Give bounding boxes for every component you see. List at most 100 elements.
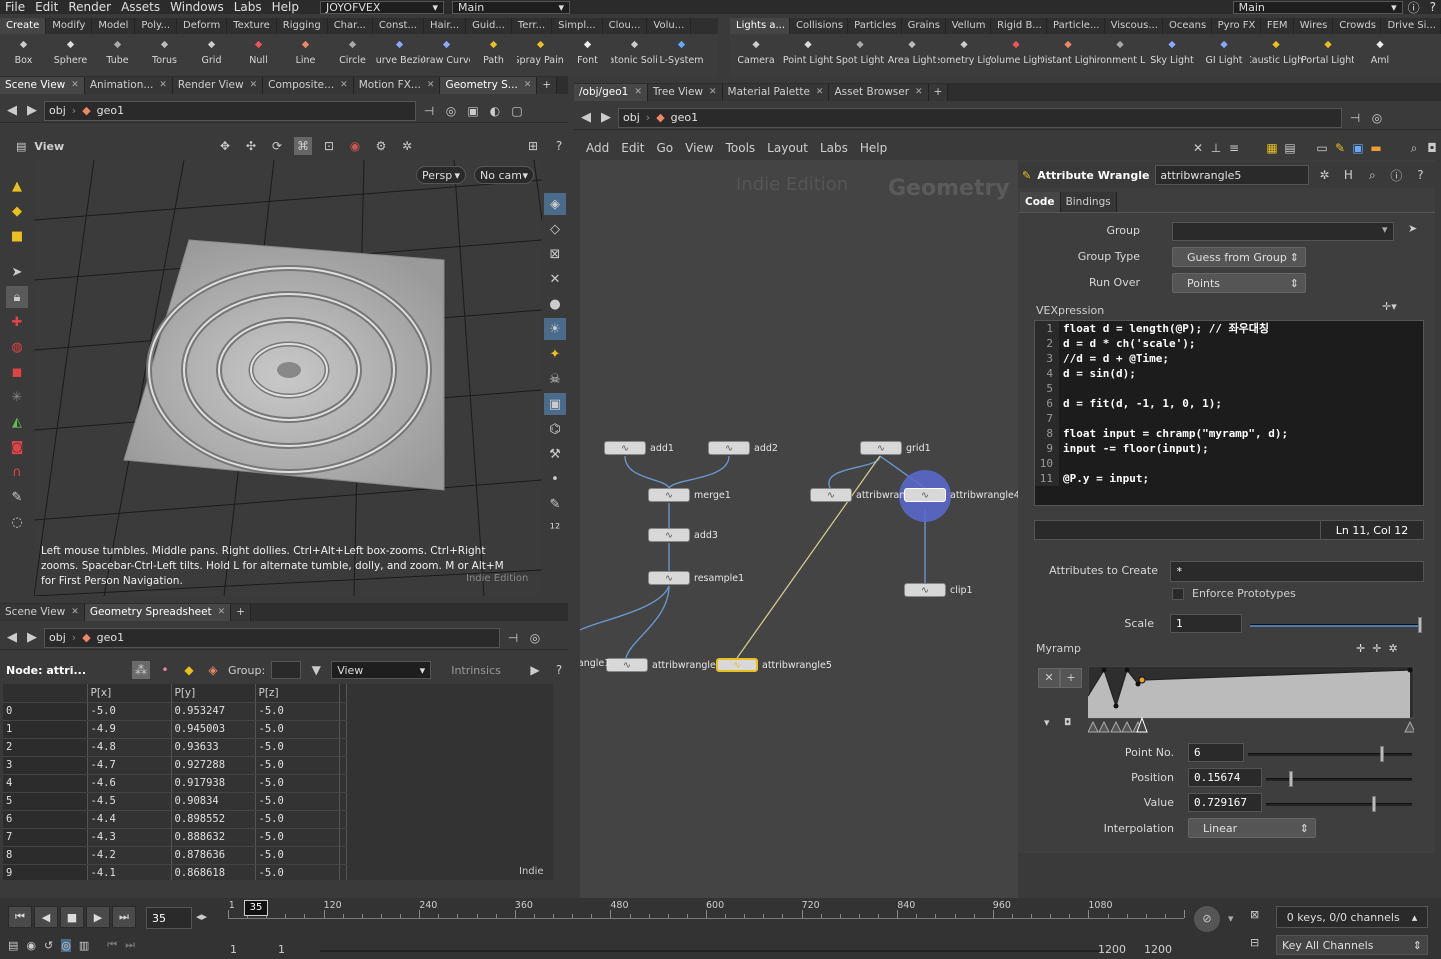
shelf-tool[interactable]: ◆ L-System [658, 34, 705, 72]
stop-button[interactable]: ■ [60, 906, 84, 928]
dot-icon[interactable]: • [544, 468, 566, 490]
display-icon[interactable]: ▣ [464, 102, 482, 120]
gear-icon[interactable]: ✲ [398, 137, 416, 155]
viewport-scene[interactable] [34, 160, 542, 596]
shelf-tool[interactable]: ◆ Font [564, 34, 611, 72]
search-icon[interactable]: ⌕ [1405, 139, 1423, 157]
node-tile[interactable]: ∿ [904, 583, 946, 597]
shelf-tool[interactable]: ◆ Area Light [886, 34, 938, 72]
headlight-icon[interactable]: ✦ [544, 343, 566, 365]
move-icon[interactable]: ✚ [6, 311, 28, 333]
position-slider[interactable] [1266, 771, 1412, 787]
desktop-selector[interactable]: Main ▾ [452, 0, 570, 14]
right-tab[interactable]: Rigid B... [991, 18, 1047, 34]
node-tile[interactable]: ∿ [604, 441, 646, 455]
left-tab[interactable]: Simpl... [552, 18, 603, 34]
play-icon[interactable]: ▶ [526, 661, 544, 679]
layout-icon[interactable]: ▢ [508, 102, 526, 120]
table-row[interactable]: 5 -4.5 0.90834 -5.0 [3, 792, 347, 811]
grid-options-icon[interactable]: ⊞ [524, 137, 542, 155]
search-icon[interactable]: ⌕ [1363, 166, 1381, 184]
add-tab-icon[interactable]: + [928, 84, 949, 101]
primitives-mode-icon[interactable]: ◆ [180, 661, 198, 679]
node-tile[interactable]: ∿ [904, 488, 946, 502]
start-frame[interactable]: 1 [230, 943, 237, 956]
geo-path[interactable]: geo1 [97, 631, 124, 644]
close-icon[interactable]: ✕ [218, 604, 226, 621]
paint-icon[interactable]: ✎ [6, 486, 28, 508]
table-row[interactable]: 2 -4.8 0.93633 -5.0 [3, 738, 347, 757]
ghost-icon[interactable]: ◈ [544, 193, 566, 215]
shelf-tool[interactable]: ◆ Tube [94, 34, 141, 72]
geo-path[interactable]: geo1 [97, 104, 124, 117]
close-icon[interactable]: ✕ [427, 77, 435, 94]
pin-icon[interactable]: ⊣ [420, 102, 438, 120]
forward-arrow-icon[interactable]: ▶ [598, 110, 614, 125]
network-node-aw4[interactable]: ∿ attribwrangle4 [904, 488, 1018, 502]
shelf-tool[interactable]: ◆ GI Light [1198, 34, 1250, 72]
right-tab[interactable]: Viscous... [1105, 18, 1163, 34]
shelf-tool[interactable]: ◆ Volume Light [990, 34, 1042, 72]
network-node-add1[interactable]: ∿ add1 [604, 441, 674, 455]
pan-icon[interactable]: ✣ [242, 137, 260, 155]
persp-menu[interactable]: Persp ▾ [416, 166, 466, 184]
table-row[interactable]: 6 -4.4 0.898552 -5.0 [3, 810, 347, 829]
camera-snap-icon[interactable]: ◘ [1423, 139, 1441, 157]
code-line[interactable]: 2 d = d * ch('scale'); [1035, 336, 1423, 351]
pin-icon[interactable]: ⊣ [504, 629, 522, 647]
sound-icon[interactable]: ◉ [26, 939, 36, 952]
ramp-expand-icon[interactable]: ◘ [1064, 718, 1071, 728]
tile-view-icon[interactable]: ▤ [1281, 139, 1299, 157]
link-icon[interactable]: ◎ [526, 629, 544, 647]
help-icon[interactable]: ? [550, 661, 568, 679]
table-row[interactable]: 8 -4.2 0.878636 -5.0 [3, 846, 347, 865]
interpolation-menu[interactable]: Linear ⇕ [1188, 818, 1316, 838]
end-frame[interactable]: 1200 [1098, 943, 1126, 956]
network-node-clip1[interactable]: ∿ clip1 [904, 583, 973, 597]
node-tile[interactable]: ∿ [860, 441, 902, 455]
rotate-tool-icon[interactable]: ◍ [6, 336, 28, 358]
lock-icon[interactable]: 🔒︎ [6, 286, 28, 308]
obj-path[interactable]: obj [49, 104, 66, 117]
info-icon[interactable]: ⓘ [1387, 166, 1405, 184]
realtime-toggle-icon[interactable]: ◎ [61, 938, 71, 952]
node-tile[interactable]: ∿ [606, 658, 648, 672]
menu-labs[interactable]: Labs [229, 0, 267, 14]
scene-path-field[interactable]: obj › ◆ geo1 [44, 100, 416, 121]
key-all-channels-button[interactable]: Key All Channels ⇕ [1276, 935, 1428, 955]
left-tab[interactable]: Volu... [647, 18, 692, 34]
tumble-icon[interactable]: ✥ [216, 137, 234, 155]
network-node-add2[interactable]: ∿ add2 [708, 441, 778, 455]
network-menu-item[interactable]: Help [854, 141, 893, 155]
left-tab[interactable]: Model [92, 18, 136, 34]
shelf-tool[interactable]: ◆ Null [235, 34, 282, 72]
menu-edit[interactable]: Edit [30, 0, 63, 14]
code-line[interactable]: 5 [1035, 381, 1423, 396]
ramp-gear-icon[interactable]: ✲ [1388, 642, 1397, 655]
shelf-tool[interactable]: ◆ Sky Light [1146, 34, 1198, 72]
shelf-tool[interactable]: ◆ Spot Light [834, 34, 886, 72]
network-menu-item[interactable]: Add [580, 141, 615, 155]
menu-assets[interactable]: Assets [116, 0, 165, 14]
scale-input[interactable]: 1 [1170, 614, 1242, 633]
prev-key-icon[interactable]: ⏮ [107, 938, 117, 952]
left-tab[interactable]: Clou... [603, 18, 648, 34]
filter-icon[interactable]: ▼ [307, 661, 325, 679]
network-node-grid1[interactable]: ∿ grid1 [860, 441, 931, 455]
right-tab[interactable]: Particles [848, 18, 902, 34]
help-icon[interactable]: ? [550, 137, 568, 155]
node-tile[interactable]: ∿ [716, 658, 758, 672]
add-tab-icon[interactable]: + [231, 604, 252, 621]
step-frame-icon[interactable]: ◂▸ [196, 910, 207, 923]
ramp-collapse-icon[interactable]: ▾ [1044, 716, 1050, 729]
timeline-ruler[interactable]: 1 120 240 360 480 600 720 840 960 1080 [228, 900, 1185, 926]
vex-code-editor[interactable]: 1 float d = length(@P); // 좌우대칭 2 d = d * c… [1034, 320, 1424, 506]
background-icon[interactable]: ⌬ [544, 418, 566, 440]
right-tab[interactable]: Drive Si... [1381, 18, 1441, 34]
ripple-grid-mesh[interactable] [123, 239, 445, 491]
code-line[interactable]: 3 //d = d + @Time; [1035, 351, 1423, 366]
point-no-slider[interactable] [1248, 746, 1412, 762]
pane-tab[interactable]: Render View ✕ [172, 77, 264, 94]
lock-camera-icon[interactable]: ⊠ [544, 243, 566, 265]
network-path-field[interactable]: obj › ◆ geo1 [618, 107, 1342, 128]
